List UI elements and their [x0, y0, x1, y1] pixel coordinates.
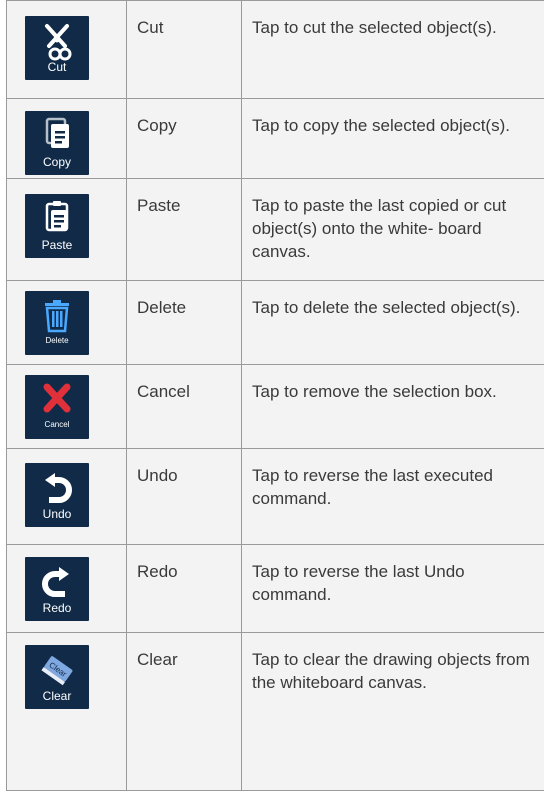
command-name: Paste [126, 178, 242, 281]
command-name: Redo [126, 544, 242, 633]
icon-cell: Undo [6, 448, 127, 545]
icon-label: Paste [41, 238, 73, 252]
table-row: Undo Undo Tap to reverse the last execut… [6, 448, 544, 545]
cut-button[interactable]: Cut [25, 16, 89, 80]
icon-label: Delete [45, 336, 69, 345]
copy-button[interactable]: Copy [25, 111, 89, 175]
command-name: Copy [126, 98, 242, 179]
table-row: Clear Clear Clear Tap to clear the drawi… [6, 632, 544, 791]
table-row: Paste Paste Tap to paste the last copied… [6, 178, 544, 281]
icon-label: Undo [42, 507, 72, 521]
command-description: Tap to cut the selected object(s). [241, 0, 544, 99]
command-name: Clear [126, 632, 242, 791]
delete-button[interactable]: Delete [25, 291, 89, 355]
undo-button[interactable]: Undo [25, 463, 89, 527]
command-description: Tap to copy the selected object(s). [241, 98, 544, 179]
icon-cell: Copy [6, 98, 127, 179]
table-row: Cut Cut Tap to cut the selected object(s… [6, 0, 544, 99]
command-description: Tap to reverse the last Undo command. [241, 544, 544, 633]
icon-label: Cancel [44, 420, 70, 429]
paste-button[interactable]: Paste [25, 194, 89, 258]
icon-cell: Cancel [6, 364, 127, 449]
cancel-button[interactable]: Cancel [25, 375, 89, 439]
command-table: Cut Cut Tap to cut the selected object(s… [6, 0, 544, 791]
command-name: Cut [126, 0, 242, 99]
icon-label: Redo [42, 601, 72, 615]
icon-cell: Cut [6, 0, 127, 99]
command-description: Tap to delete the selected object(s). [241, 280, 544, 365]
icon-label: Clear [42, 689, 72, 703]
icon-cell: Paste [6, 178, 127, 281]
table-row: Cancel Cancel Tap to remove the selectio… [6, 364, 544, 449]
icon-label: Cut [47, 60, 67, 74]
table-row: Redo Redo Tap to reverse the last Undo c… [6, 544, 544, 633]
icon-label: Copy [42, 155, 71, 169]
command-name: Undo [126, 448, 242, 545]
command-description: Tap to remove the selection box. [241, 364, 544, 449]
clear-button[interactable]: Clear Clear [25, 645, 89, 709]
command-description: Tap to reverse the last executed command… [241, 448, 544, 545]
command-description: Tap to clear the drawing objects from th… [241, 632, 544, 791]
icon-cell: Delete [6, 280, 127, 365]
command-name: Cancel [126, 364, 242, 449]
icon-cell: Clear Clear [6, 632, 127, 791]
table-row: Copy Copy Tap to copy the selected objec… [6, 98, 544, 179]
redo-button[interactable]: Redo [25, 557, 89, 621]
table-row: Delete Delete Tap to delete the selected… [6, 280, 544, 365]
command-name: Delete [126, 280, 242, 365]
command-description: Tap to paste the last copied or cut obje… [241, 178, 544, 281]
icon-cell: Redo [6, 544, 127, 633]
